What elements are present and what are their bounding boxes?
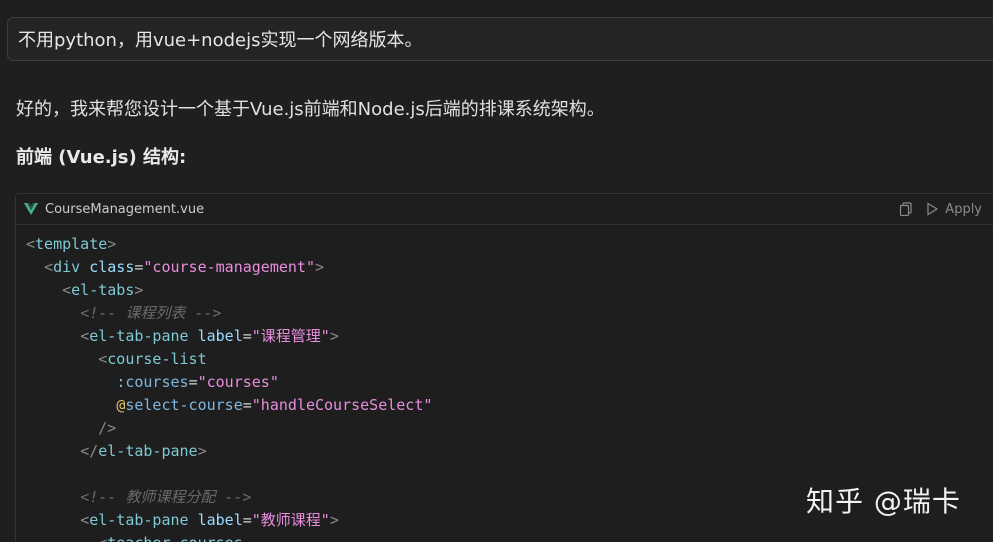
code-token: >: [329, 327, 339, 345]
code-token: <: [26, 235, 36, 253]
code-token: <: [98, 534, 107, 542]
code-token: >: [315, 258, 325, 276]
code-file-name: CourseManagement.vue: [45, 201, 205, 217]
code-token: =: [242, 327, 252, 345]
code-token: @: [116, 396, 126, 414]
code-line: </el-tab-pane>: [26, 440, 993, 463]
code-token: "course-management": [143, 258, 315, 276]
code-token: teacher-courses: [107, 534, 242, 542]
code-token: label: [197, 511, 243, 529]
code-line: <template>: [26, 233, 993, 256]
code-token: el-tabs: [71, 281, 135, 299]
code-block-header: CourseManagement.vue Apply: [16, 194, 993, 225]
code-token: :courses: [116, 373, 189, 391]
code-line: :courses="courses": [26, 371, 993, 394]
code-token: <: [98, 350, 108, 368]
code-token: =: [242, 511, 252, 529]
code-token: template: [35, 235, 108, 253]
copy-icon[interactable]: [899, 202, 913, 216]
watermark: 知乎 @瑞卡: [806, 485, 961, 518]
code-token: <: [80, 327, 90, 345]
code-line: <el-tab-pane label="课程管理">: [26, 325, 993, 348]
code-token: select-course: [125, 396, 243, 414]
code-token: <!-- 课程列表 -->: [80, 304, 222, 322]
code-token: <: [44, 258, 54, 276]
section-heading: 前端 (Vue.js) 结构:: [16, 147, 187, 168]
code-line: />: [26, 417, 993, 440]
code-token: el-tab-pane: [89, 327, 189, 345]
code-token: >: [134, 281, 144, 299]
assistant-intro-text: 好的，我来帮您设计一个基于Vue.js前端和Node.js后端的排课系统架构。: [16, 99, 605, 120]
code-token: >: [107, 235, 117, 253]
vue-logo-icon: [24, 203, 38, 215]
code-token: =: [242, 396, 252, 414]
code-line: @select-course="handleCourseSelect": [26, 394, 993, 417]
user-message-text: 不用python，用vue+nodejs实现一个网络版本。: [18, 30, 423, 51]
code-token: "courses": [197, 373, 279, 391]
code-line: <teacher-courses: [26, 532, 993, 542]
code-token: <: [80, 511, 90, 529]
apply-button[interactable]: Apply: [925, 202, 982, 217]
code-line: <course-list: [26, 348, 993, 371]
code-header-actions: Apply: [899, 202, 982, 217]
play-icon: [927, 202, 939, 216]
code-token: course-list: [107, 350, 207, 368]
code-token: </: [80, 442, 99, 460]
user-message-bubble[interactable]: 不用python，用vue+nodejs实现一个网络版本。: [7, 17, 993, 61]
code-token: el-tab-pane: [98, 442, 198, 460]
code-token: <!-- 教师课程分配 -->: [80, 488, 252, 506]
apply-label: Apply: [945, 201, 982, 217]
code-token: "课程管理": [251, 327, 330, 345]
code-line: <!-- 课程列表 -->: [26, 302, 993, 325]
code-token: >: [197, 442, 207, 460]
code-line: <el-tabs>: [26, 279, 993, 302]
code-line: <div class="course-management">: [26, 256, 993, 279]
code-token: />: [98, 419, 117, 437]
code-token: label: [197, 327, 243, 345]
code-token: "教师课程": [251, 511, 330, 529]
code-token: "handleCourseSelect": [251, 396, 433, 414]
code-token: div: [53, 258, 81, 276]
code-token: >: [329, 511, 339, 529]
code-token: =: [188, 373, 198, 391]
code-token: <: [62, 281, 72, 299]
chat-page: 不用python，用vue+nodejs实现一个网络版本。 好的，我来帮您设计一…: [0, 0, 993, 542]
code-token: el-tab-pane: [89, 511, 189, 529]
code-token: class: [89, 258, 135, 276]
